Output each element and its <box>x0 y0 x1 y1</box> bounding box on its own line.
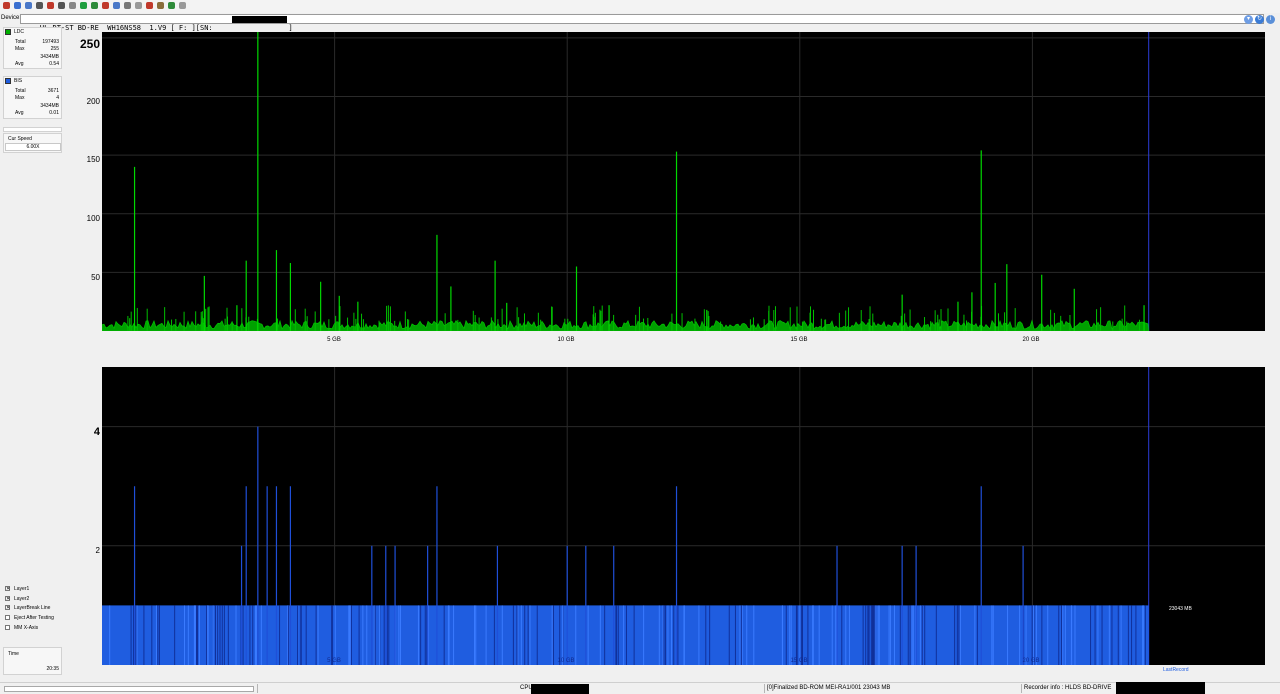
bis-plot <box>102 367 1265 665</box>
info-icon[interactable] <box>113 2 120 9</box>
device-value: HL-DT-ST BD-RE WH16NS58 1.V9 [ F: ][SN: … <box>39 24 293 32</box>
eject-after-testing-label: Eject After Testing <box>14 615 54 621</box>
bis-max-label: Max <box>15 95 25 101</box>
drive-icon[interactable] <box>36 2 43 9</box>
ldc-title: LDC <box>14 29 25 35</box>
status-separator <box>257 684 258 693</box>
ldc-plot <box>101 32 1265 332</box>
ldc-legend-swatch <box>5 29 11 35</box>
layer1-label: Layer1 <box>14 586 30 592</box>
bis-xtick-5gb: 5 GB <box>327 658 341 664</box>
copy-icon[interactable] <box>25 2 32 9</box>
tools-icon[interactable] <box>168 2 175 9</box>
ldc-max-value: 255 <box>50 46 59 52</box>
bis-ytick-2: 2 <box>95 546 100 555</box>
sidebar: LDC Total 197493 Max 255 3434MB Avg 0.54… <box>3 27 63 681</box>
mm-x-axis-label: MM X-Axis <box>14 625 39 631</box>
bis-title: BIS <box>14 78 23 84</box>
info-icon[interactable]: i <box>1266 15 1275 24</box>
bis-avg-label: Avg <box>15 110 24 116</box>
status-separator <box>764 684 765 693</box>
recorder-info: Recorder info : HLDS BD-DRIVE <box>1024 685 1112 691</box>
mm-x-axis-checkbox[interactable] <box>5 625 10 630</box>
ldc-baseline-band <box>101 319 1150 332</box>
last-record-annotation: LastRecord <box>1163 667 1189 673</box>
disc-info: [0]Finalized BD-ROM MEI-RA1/001 23043 MB <box>767 685 891 691</box>
status-bar: CPU [0]Finalized BD-ROM MEI-RA1/001 2304… <box>0 682 1280 694</box>
bis-xtick-10gb: 10 GB <box>557 658 575 664</box>
time-panel: Time 20:35 <box>3 647 62 675</box>
bis-total-value: 3671 <box>47 88 59 94</box>
bis-ytick-4: 4 <box>93 426 100 438</box>
ldc-ytick-50: 50 <box>91 273 100 282</box>
ldc-total-label: Total <box>15 39 26 45</box>
bis-xtick-20gb: 20 GB <box>1022 658 1040 664</box>
device-select[interactable]: HL-DT-ST BD-RE WH16NS58 1.V9 [ F: ][SN: … <box>20 14 1264 32</box>
bis-panel: BIS Total 3671 Max 4 3434MB Avg 0.01 <box>3 76 62 119</box>
bis-chart <box>102 367 1265 665</box>
ldc-ytick-150: 150 <box>86 155 100 164</box>
toolbar <box>0 0 1280 14</box>
eject-after-testing-checkbox[interactable] <box>5 615 10 620</box>
bis-legend-swatch <box>5 78 11 84</box>
divider-box <box>3 127 62 132</box>
stop-icon[interactable] <box>102 2 109 9</box>
ldc-total-value: 197493 <box>42 39 59 45</box>
time-value: 20:35 <box>46 666 59 672</box>
layer2-checkbox[interactable]: ✕ <box>5 596 10 602</box>
settings-icon[interactable] <box>124 2 131 9</box>
ldc-panel: LDC Total 197493 Max 255 3434MB Avg 0.54 <box>3 27 62 69</box>
bis-max-value: 4 <box>56 95 59 101</box>
media-icon[interactable] <box>157 2 164 9</box>
refresh-icon[interactable]: ↻ <box>1255 15 1264 24</box>
status-separator <box>1021 684 1022 693</box>
ldc-xtick-15gb: 15 GB <box>790 337 808 343</box>
chevron-down-icon[interactable]: ▾ <box>1244 15 1253 24</box>
ldc-ytick-250: 250 <box>79 37 100 51</box>
ldc-xtick-10gb: 10 GB <box>557 337 575 343</box>
serial-redaction <box>232 16 287 23</box>
eject-icon[interactable] <box>69 2 76 9</box>
save-icon[interactable] <box>14 2 21 9</box>
ldc-chart <box>101 32 1265 332</box>
start-icon[interactable] <box>80 2 87 9</box>
bis-avg-value: 0.01 <box>49 110 59 116</box>
bis-xtick-15gb: 15 GB <box>790 658 808 664</box>
exit-icon[interactable] <box>3 2 10 9</box>
options-list: ✕ Layer1 ✕ Layer2 ✕ LayerBreak Line Ejec… <box>3 584 63 634</box>
time-label: Time <box>8 651 19 657</box>
capacity-annotation: 23043 MB <box>1169 606 1192 612</box>
ldc-max-position: 3434MB <box>40 54 59 60</box>
speed-value: 6.00X <box>5 143 61 151</box>
layer1-checkbox[interactable]: ✕ <box>5 586 10 592</box>
help-icon[interactable] <box>179 2 186 9</box>
recorder-redaction <box>1116 682 1205 694</box>
disc-icon[interactable] <box>47 2 54 9</box>
layerbreak-checkbox[interactable]: ✕ <box>5 605 10 611</box>
ldc-ytick-100: 100 <box>86 214 100 223</box>
ldc-xtick-20gb: 20 GB <box>1022 337 1040 343</box>
ldc-ytick-200: 200 <box>86 97 100 106</box>
device-bar: Device: HL-DT-ST BD-RE WH16NS58 1.V9 [ F… <box>0 13 1280 32</box>
quality-icon[interactable] <box>91 2 98 9</box>
ldc-avg-label: Avg <box>15 61 24 67</box>
ldc-max-label: Max <box>15 46 25 52</box>
print-icon[interactable] <box>146 2 153 9</box>
speed-label: Cur Speed <box>8 136 32 142</box>
layer2-label: Layer2 <box>14 596 30 602</box>
ldc-avg-value: 0.54 <box>49 61 59 67</box>
layerbreak-label: LayerBreak Line <box>14 605 51 611</box>
ldc-xtick-5gb: 5 GB <box>327 337 341 343</box>
bis-max-position: 3434MB <box>40 103 59 109</box>
erase-icon[interactable] <box>135 2 142 9</box>
device-label: Device: <box>1 15 22 21</box>
bis-total-label: Total <box>15 88 26 94</box>
progress-bar <box>4 686 254 692</box>
disc-icon[interactable] <box>58 2 65 9</box>
speed-panel: Cur Speed 6.00X <box>3 133 62 153</box>
